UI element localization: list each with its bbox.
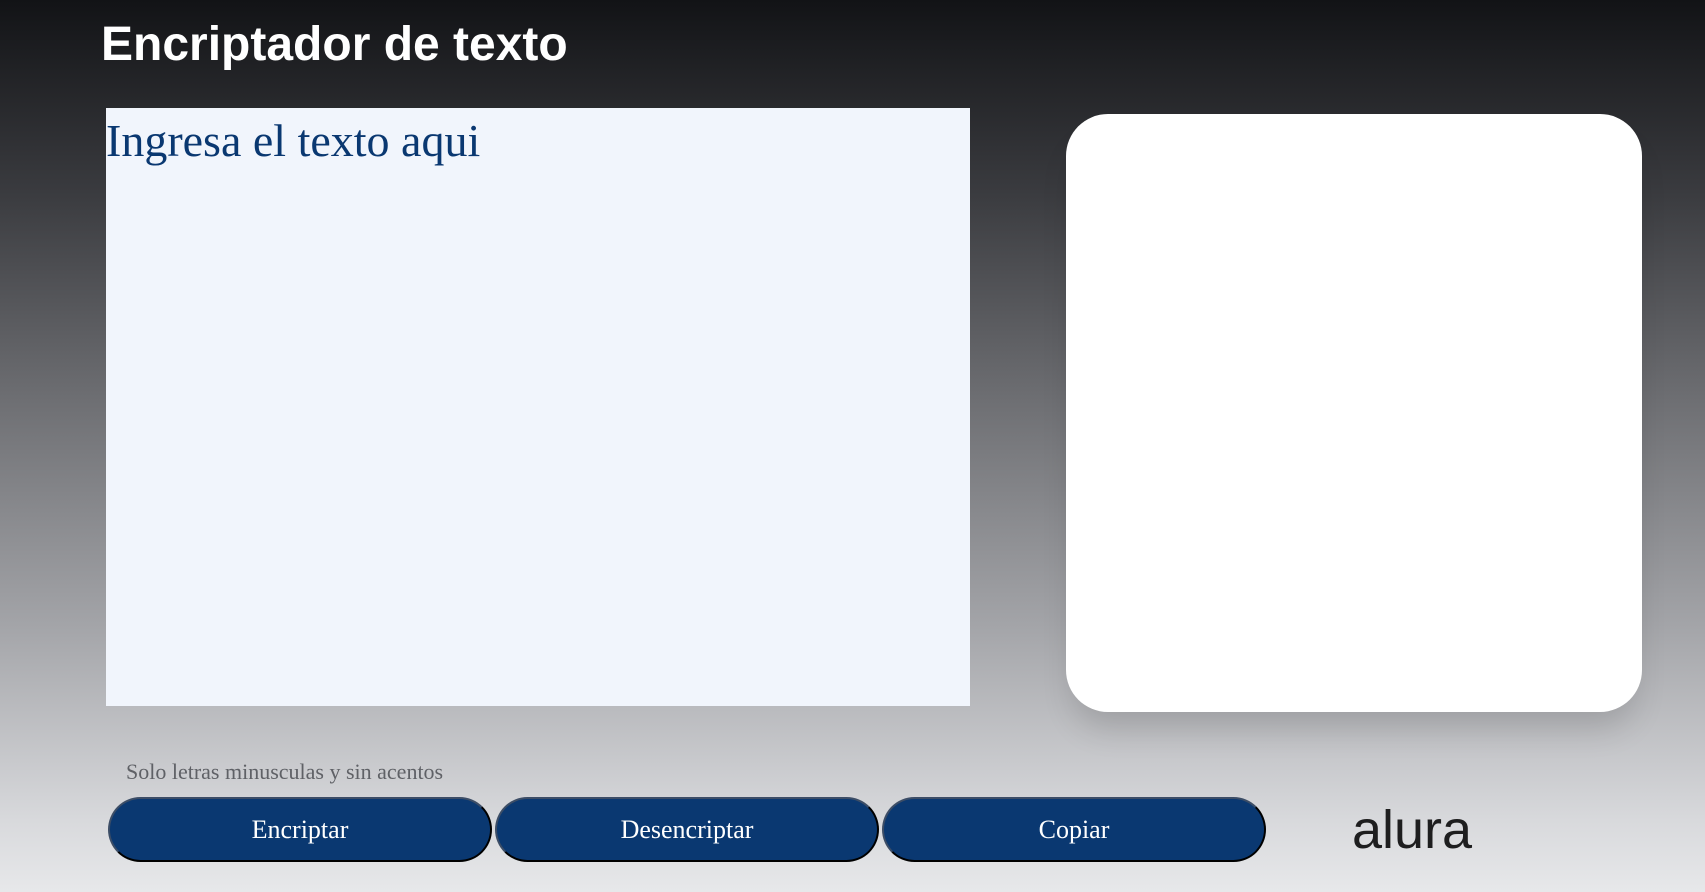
encrypt-button[interactable]: Encriptar (108, 797, 492, 862)
decrypt-button[interactable]: Desencriptar (495, 797, 879, 862)
logo-text: alura (1352, 800, 1473, 860)
text-input[interactable] (106, 108, 970, 706)
page-title: Encriptador de texto (101, 18, 568, 71)
output-panel (1066, 114, 1642, 712)
alura-logo: alura (1352, 800, 1473, 860)
hint-text: Solo letras minusculas y sin acentos (126, 759, 444, 784)
copy-button[interactable]: Copiar (882, 797, 1266, 862)
